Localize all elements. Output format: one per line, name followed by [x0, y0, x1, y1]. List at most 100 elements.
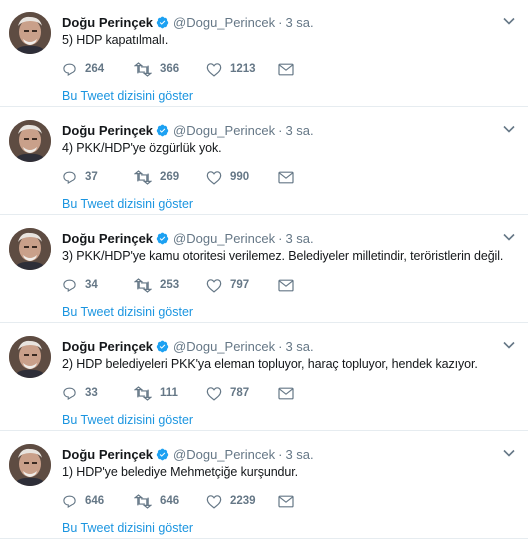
author-name[interactable]: Doğu Perinçek [62, 15, 153, 30]
retweet-count: 253 [160, 279, 180, 291]
chevron-down-icon[interactable] [502, 230, 516, 244]
envelope-icon [278, 387, 294, 399]
verified-badge-icon [156, 16, 169, 28]
timestamp[interactable]: 3 sa. [285, 123, 313, 138]
tweet-header: Doğu Perinçek @Dogu_Perincek · 3 sa. [62, 229, 498, 247]
tweet-header: Doğu Perinçek @Dogu_Perincek · 3 sa. [62, 445, 498, 463]
direct-message-button[interactable] [278, 171, 294, 184]
like-button[interactable]: 787 [206, 386, 278, 401]
timestamp[interactable]: 3 sa. [285, 231, 313, 246]
show-thread-link[interactable]: Bu Tweet dizisini göster [62, 89, 193, 103]
retweet-button[interactable]: 253 [134, 277, 206, 293]
avatar-image [9, 444, 51, 486]
tweet-text: 2) HDP belediyeleri PKK'ya eleman topluy… [62, 357, 478, 371]
avatar-image [9, 12, 51, 54]
verified-badge-icon [156, 232, 169, 244]
reply-count: 33 [85, 387, 98, 399]
envelope-icon [278, 171, 294, 183]
reply-button[interactable]: 34 [62, 278, 134, 293]
reply-count: 34 [85, 279, 98, 291]
tweet[interactable]: Doğu Perinçek @Dogu_Perincek · 3 sa. 2) … [0, 324, 528, 431]
separator-dot: · [278, 230, 283, 246]
tweet[interactable]: Doğu Perinçek @Dogu_Perincek · 3 sa. 3) … [0, 216, 528, 323]
author-name[interactable]: Doğu Perinçek [62, 339, 153, 354]
tweet-actions: 646 646 2239 [62, 492, 294, 510]
author-handle[interactable]: @Dogu_Perincek [173, 231, 275, 246]
tweet-text: 4) PKK/HDP'ye özgürlük yok. [62, 141, 222, 155]
tweet-text: 5) HDP kapatılmalı. [62, 33, 169, 47]
avatar[interactable] [9, 12, 51, 54]
author-name[interactable]: Doğu Perinçek [62, 123, 153, 138]
like-button[interactable]: 990 [206, 170, 278, 185]
retweet-count: 111 [160, 387, 178, 399]
show-thread-link[interactable]: Bu Tweet dizisini göster [62, 521, 193, 535]
author-handle[interactable]: @Dogu_Perincek [173, 447, 275, 462]
tweet-actions: 264 366 1213 [62, 60, 294, 78]
timestamp[interactable]: 3 sa. [285, 15, 313, 30]
verified-badge-icon [156, 124, 169, 136]
author-handle[interactable]: @Dogu_Perincek [173, 15, 275, 30]
author-handle[interactable]: @Dogu_Perincek [173, 123, 275, 138]
like-count: 797 [230, 279, 250, 291]
chevron-down-icon[interactable] [502, 14, 516, 28]
chevron-down-icon[interactable] [502, 446, 516, 460]
tweet-header: Doğu Perinçek @Dogu_Perincek · 3 sa. [62, 13, 498, 31]
retweet-button[interactable]: 111 [134, 385, 206, 401]
tweet[interactable]: Doğu Perinçek @Dogu_Perincek · 3 sa. 4) … [0, 108, 528, 215]
timestamp[interactable]: 3 sa. [285, 339, 313, 354]
show-thread-link[interactable]: Bu Tweet dizisini göster [62, 197, 193, 211]
envelope-icon [278, 495, 294, 507]
author-name[interactable]: Doğu Perinçek [62, 447, 153, 462]
retweet-icon [134, 169, 152, 185]
direct-message-button[interactable] [278, 279, 294, 292]
heart-icon [206, 62, 222, 77]
tweet[interactable]: Doğu Perinçek @Dogu_Perincek · 3 sa. 1) … [0, 432, 528, 539]
avatar[interactable] [9, 228, 51, 270]
retweet-button[interactable]: 646 [134, 493, 206, 509]
separator-dot: · [278, 338, 283, 354]
avatar[interactable] [9, 120, 51, 162]
reply-count: 37 [85, 171, 98, 183]
direct-message-button[interactable] [278, 63, 294, 76]
reply-icon [63, 171, 76, 184]
chevron-down-icon[interactable] [502, 122, 516, 136]
retweet-button[interactable]: 269 [134, 169, 206, 185]
like-button[interactable]: 1213 [206, 62, 278, 77]
reply-icon [63, 63, 76, 76]
avatar[interactable] [9, 336, 51, 378]
show-thread-link[interactable]: Bu Tweet dizisini göster [62, 413, 193, 427]
author-handle[interactable]: @Dogu_Perincek [173, 339, 275, 354]
like-count: 2239 [230, 495, 256, 507]
envelope-icon [278, 279, 294, 291]
reply-button[interactable]: 37 [62, 170, 134, 185]
show-thread-link[interactable]: Bu Tweet dizisini göster [62, 305, 193, 319]
tweet-text: 1) HDP'ye belediye Mehmetçiğe kurşundur. [62, 465, 299, 479]
tweet-header: Doğu Perinçek @Dogu_Perincek · 3 sa. [62, 337, 498, 355]
avatar[interactable] [9, 444, 51, 486]
retweet-count: 646 [160, 495, 180, 507]
like-button[interactable]: 2239 [206, 494, 278, 509]
avatar-image [9, 228, 51, 270]
retweet-icon [134, 493, 152, 509]
like-count: 990 [230, 171, 250, 183]
author-name[interactable]: Doğu Perinçek [62, 231, 153, 246]
reply-button[interactable]: 33 [62, 386, 134, 401]
reply-count: 646 [85, 495, 105, 507]
chevron-down-icon[interactable] [502, 338, 516, 352]
direct-message-button[interactable] [278, 387, 294, 400]
retweet-button[interactable]: 366 [134, 61, 206, 77]
tweet-thread-timeline: Doğu Perinçek @Dogu_Perincek · 3 sa. 5) … [0, 0, 528, 544]
separator-dot: · [278, 122, 283, 138]
reply-button[interactable]: 264 [62, 62, 134, 77]
verified-badge-icon [156, 448, 169, 460]
like-button[interactable]: 797 [206, 278, 278, 293]
heart-icon [206, 494, 222, 509]
direct-message-button[interactable] [278, 495, 294, 508]
reply-button[interactable]: 646 [62, 494, 134, 509]
reply-icon [63, 387, 76, 400]
timestamp[interactable]: 3 sa. [285, 447, 313, 462]
tweet[interactable]: Doğu Perinçek @Dogu_Perincek · 3 sa. 5) … [0, 0, 528, 107]
like-count: 787 [230, 387, 250, 399]
heart-icon [206, 386, 222, 401]
tweet-text: 3) PKK/HDP'ye kamu otoritesi verilemez. … [62, 249, 504, 263]
